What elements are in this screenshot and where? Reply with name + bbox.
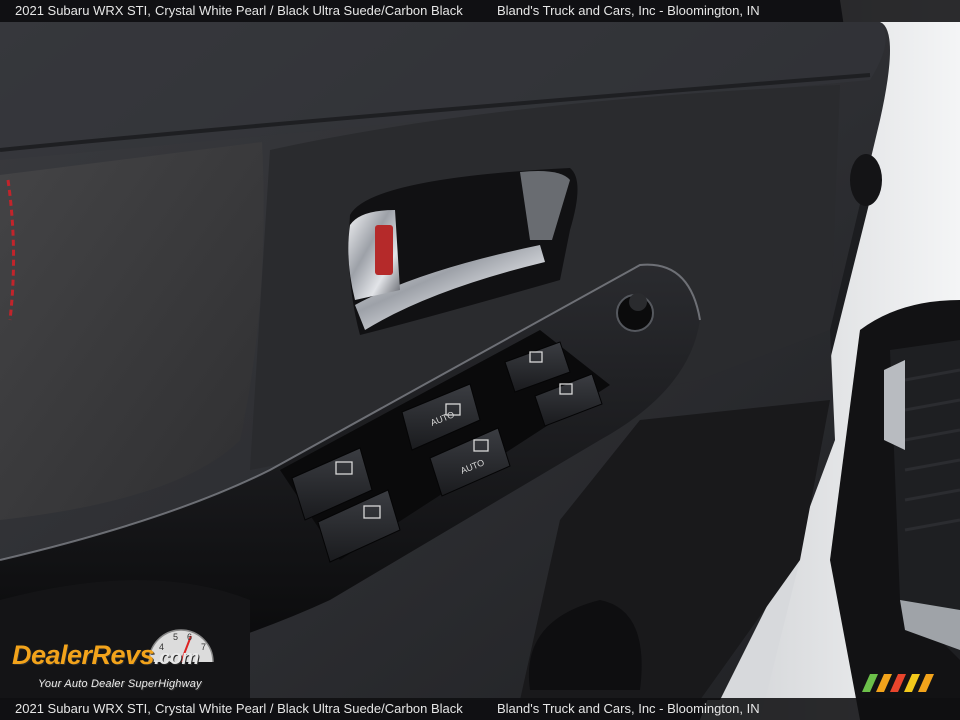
caption-colors-bottom: Crystal White Pearl / Black Ultra Suede/… <box>155 701 463 716</box>
caption-dealer: Bland's Truck and Cars, Inc - Bloomingto… <box>497 3 760 18</box>
caption-colors: Crystal White Pearl / Black Ultra Suede/… <box>155 3 463 18</box>
watermark-tagline: Your Auto Dealer SuperHighway <box>38 678 202 690</box>
caption-vehicle: 2021 Subaru WRX STI, <box>15 3 151 18</box>
caption-bar-top: 2021 Subaru WRX STI, Crystal White Pearl… <box>0 0 960 22</box>
stripes-logo-icon <box>862 674 934 692</box>
caption-dealer-bottom: Bland's Truck and Cars, Inc - Bloomingto… <box>497 701 760 716</box>
caption-vehicle-bottom: 2021 Subaru WRX STI, <box>15 701 151 716</box>
dealerrevs-watermark: 4 5 6 7 DealerRevs.com Your Auto Dealer … <box>12 628 272 698</box>
door-interior-photo: AUTO AUTO <box>0 0 960 720</box>
lock-indicator <box>375 225 393 275</box>
watermark-domain: .com <box>154 647 199 669</box>
watermark-brand: DealerRevs.com <box>12 640 199 671</box>
watermark-brand-name: DealerRevs <box>12 640 155 670</box>
photo-stage: AUTO AUTO 2021 Subaru WRX STI, Crystal W… <box>0 0 960 720</box>
pedal-plate <box>884 360 905 450</box>
caption-bar-bottom: 2021 Subaru WRX STI, Crystal White Pearl… <box>0 698 960 720</box>
gauge-num-7: 7 <box>201 642 206 652</box>
door-check-recess <box>850 154 882 206</box>
